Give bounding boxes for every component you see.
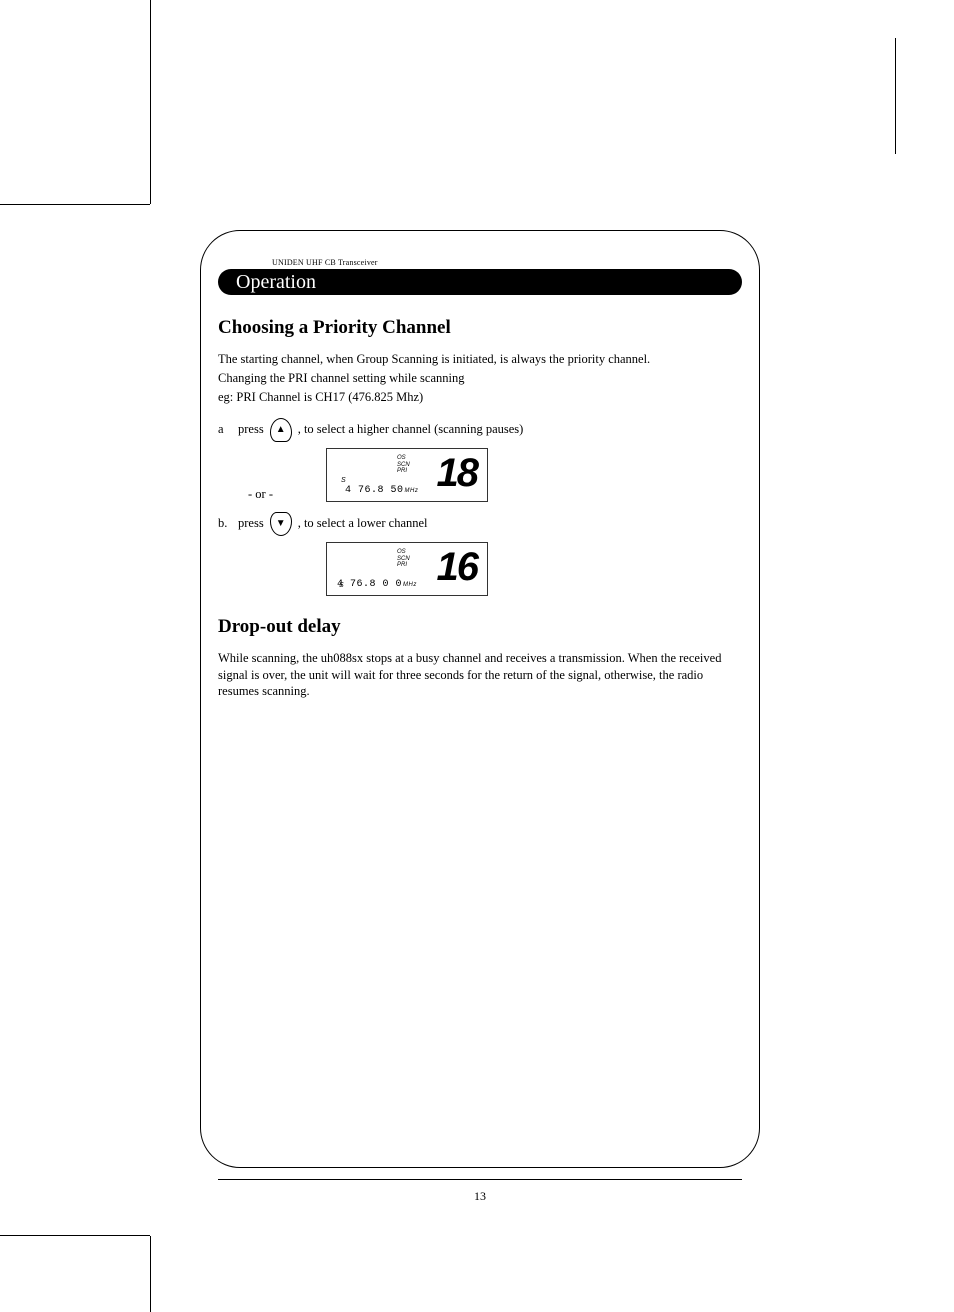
lcd-mhz-label: MHz — [403, 582, 417, 588]
lcd-frequency: 4 76.8 0 0MHz — [337, 579, 417, 590]
heading-dropout-delay: Drop-out delay — [218, 616, 742, 638]
heading-priority-channel: Choosing a Priority Channel — [218, 317, 742, 339]
content-body: UNIDEN UHF CB Transceiver Operation Choo… — [218, 258, 742, 712]
crop-mark — [150, 0, 151, 204]
lcd-ind-scn: SCN — [397, 556, 410, 563]
crop-mark — [0, 1235, 150, 1236]
lcd-display-18: OS SCN PRI S 4 76.8 50MHz 18 — [326, 448, 488, 502]
paragraph: The starting channel, when Group Scannin… — [218, 351, 742, 368]
step-label: a — [218, 422, 232, 437]
section-pill-label: Operation — [236, 271, 316, 294]
lcd-s-indicator: S — [341, 477, 346, 484]
manual-page: UNIDEN UHF CB Transceiver Operation Choo… — [0, 0, 954, 1312]
paragraph: Changing the PRI channel setting while s… — [218, 370, 742, 387]
step-label: b. — [218, 516, 232, 531]
lcd-ind-os: OS — [397, 549, 410, 556]
lcd-ind-pri: PRI — [397, 562, 410, 569]
crop-mark — [150, 1236, 151, 1312]
step-a: a press ▲ , to select a higher channel (… — [218, 418, 742, 442]
crop-mark — [895, 38, 896, 154]
paragraph: eg: PRI Channel is CH17 (476.825 Mhz) — [218, 389, 742, 406]
lcd-ind-pri: PRI — [397, 468, 410, 475]
lcd-frequency: 4 76.8 50MHz — [345, 485, 418, 496]
up-arrow-icon: ▲ — [270, 418, 292, 442]
lcd-channel-number: 16 — [437, 547, 478, 587]
step-b: b. press ▼ , to select a lower channel — [218, 512, 742, 536]
step-text: , to select a higher channel (scanning p… — [298, 422, 524, 437]
footer-rule — [218, 1179, 742, 1180]
lcd-channel-number: 18 — [437, 453, 478, 493]
lcd-ind-scn: SCN — [397, 462, 410, 469]
lcd-indicators: OS SCN PRI — [397, 549, 410, 570]
paragraph: While scanning, the uh088sx stops at a b… — [218, 650, 742, 701]
lcd-ind-os: OS — [397, 455, 410, 462]
lcd-mhz-label: MHz — [405, 488, 419, 494]
step-text: , to select a lower channel — [298, 516, 428, 531]
press-word: press — [238, 422, 264, 437]
lcd-freq-value: 4 76.8 0 0 — [337, 579, 402, 590]
or-text: - or - — [248, 487, 326, 502]
lcd-indicators: OS SCN PRI — [397, 455, 410, 476]
page-number: 13 — [200, 1189, 760, 1204]
down-arrow-icon: ▼ — [270, 512, 292, 536]
doc-header: UNIDEN UHF CB Transceiver — [272, 258, 742, 267]
section-pill: Operation — [218, 269, 742, 295]
lcd-freq-value: 4 76.8 50 — [345, 485, 404, 496]
lcd-display-16: OS SCN PRI S 4 76.8 0 0MHz 16 — [326, 542, 488, 596]
crop-mark — [0, 204, 150, 205]
press-word: press — [238, 516, 264, 531]
